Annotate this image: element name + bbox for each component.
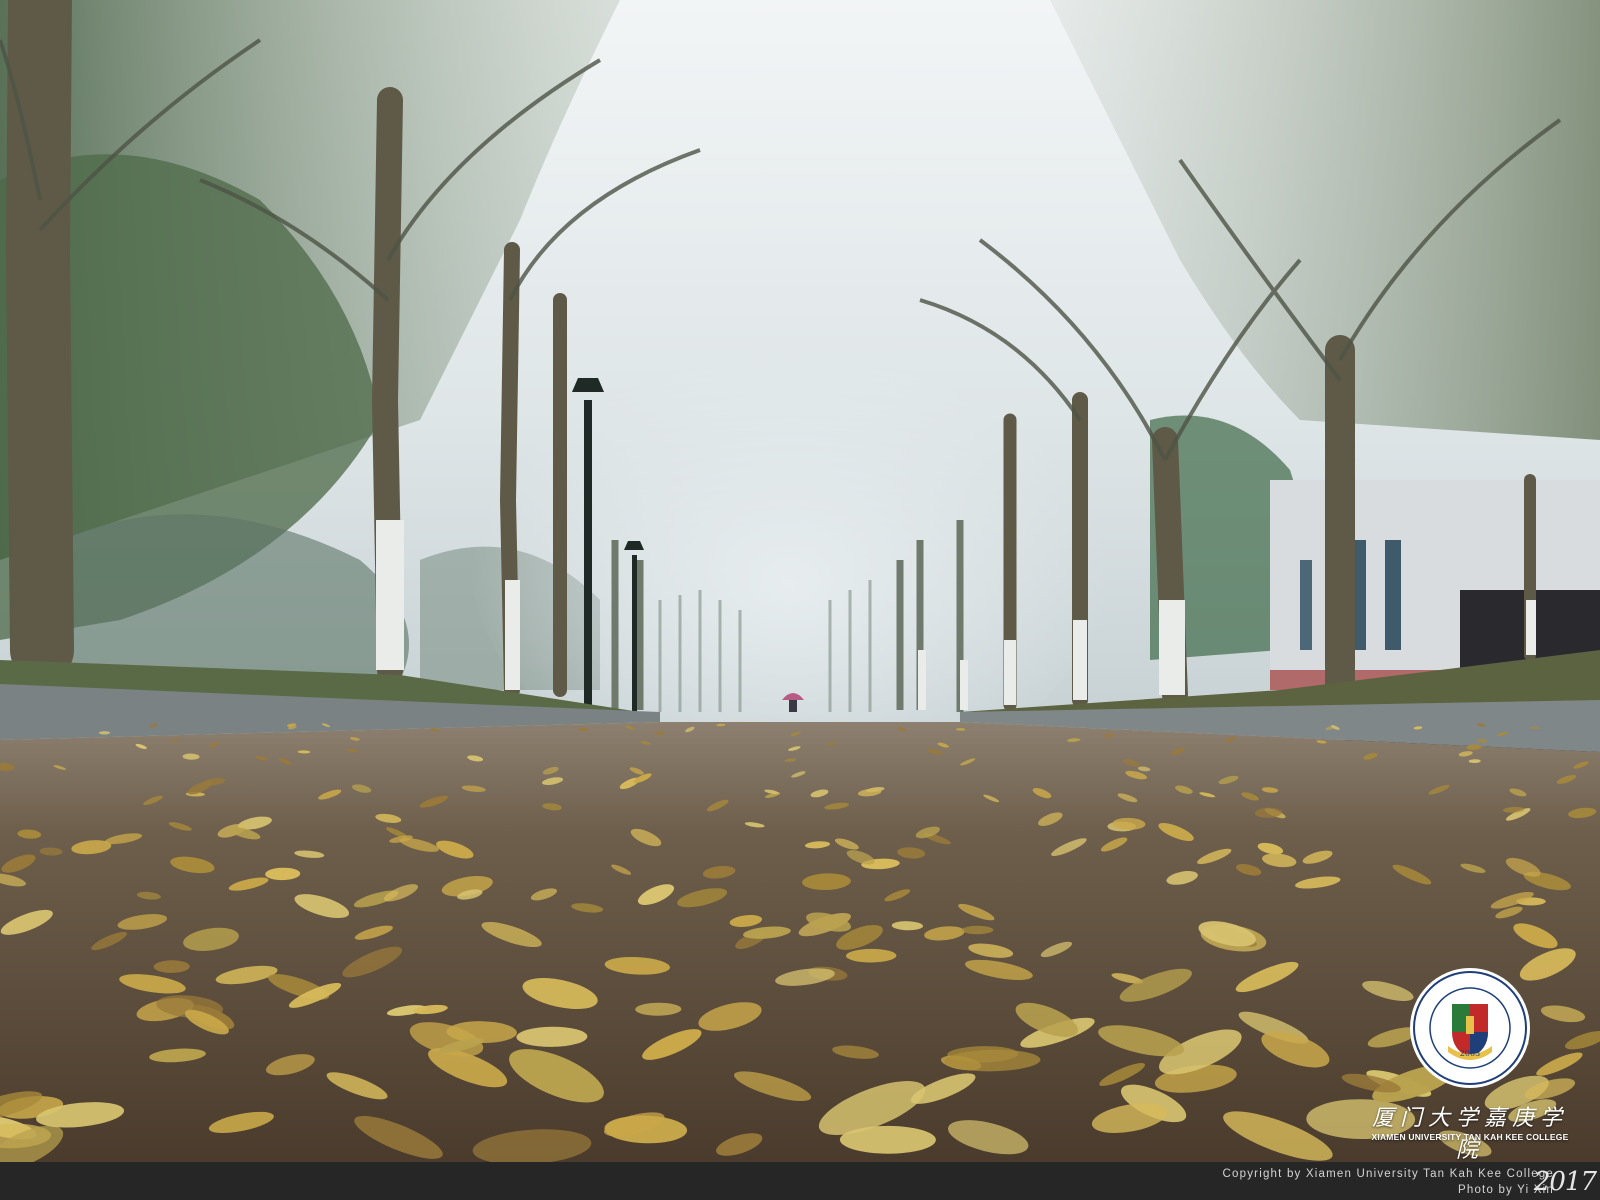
photo-canvas: 2003 厦门大学嘉庚学院 XIAMEN UNIVERSITY TAN KAH … xyxy=(0,0,1600,1200)
footer-bar: Copyright by Xiamen University Tan Kah K… xyxy=(0,1162,1600,1200)
copyright-text: Copyright by Xiamen University Tan Kah K… xyxy=(1222,1168,1554,1180)
campus-path-photo xyxy=(0,0,1600,1162)
svg-text:2003: 2003 xyxy=(1460,1049,1480,1058)
college-seal-icon: 2003 xyxy=(1410,968,1530,1088)
year-label: 2017 xyxy=(1533,1167,1597,1197)
college-name-english: XIAMEN UNIVERSITY TAN KAH KEE COLLEGE xyxy=(1371,1132,1569,1142)
fallen-leaf xyxy=(839,1125,936,1154)
